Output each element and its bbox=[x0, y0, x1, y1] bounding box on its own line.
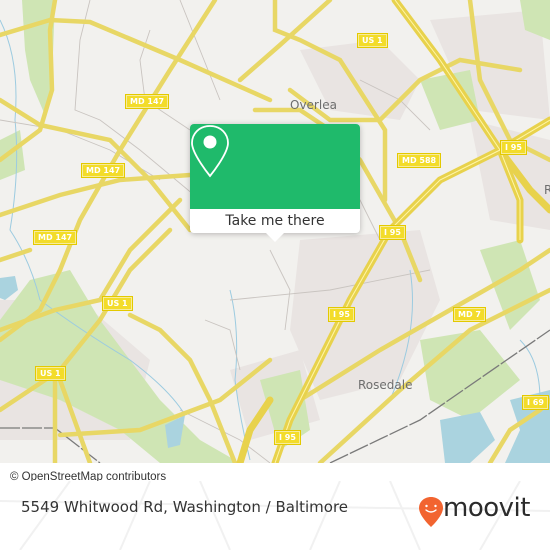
map-view[interactable]: Overlea Rosedale R US 1 MD 147 MD 147 MD… bbox=[0, 0, 550, 463]
road-shield-md7: MD 7 bbox=[453, 307, 486, 322]
popup-tail bbox=[266, 233, 284, 242]
road-shield-i69: I 69 bbox=[522, 395, 549, 410]
road-shield-md147: MD 147 bbox=[80, 163, 126, 178]
place-label-overlea: Overlea bbox=[290, 98, 337, 112]
moovit-pin-icon bbox=[419, 497, 443, 527]
road-shield-us1: US 1 bbox=[35, 366, 66, 381]
take-me-there-button[interactable]: Take me there bbox=[190, 209, 360, 233]
road-shield-md147: MD 147 bbox=[124, 94, 170, 109]
road-shield-i95: I 95 bbox=[328, 307, 355, 322]
map-pin-icon bbox=[191, 125, 229, 178]
road-shield-us1: US 1 bbox=[102, 296, 133, 311]
footer: 5549 Whitwood Rd, Washington / Baltimore… bbox=[0, 481, 550, 550]
place-label-rosedale: Rosedale bbox=[358, 378, 413, 392]
road-shield-i95: I 95 bbox=[500, 140, 527, 155]
road-shield-md588: MD 588 bbox=[396, 153, 442, 168]
road-shield-i95: I 95 bbox=[274, 430, 301, 445]
popup-header[interactable] bbox=[190, 124, 360, 209]
road-shield-us1: US 1 bbox=[357, 33, 388, 48]
place-label-partial: R bbox=[544, 183, 550, 197]
address-text: 5549 Whitwood Rd, Washington / Baltimore bbox=[21, 498, 349, 516]
moovit-wordmark: moovit bbox=[443, 493, 530, 523]
road-shield-md147: MD 147 bbox=[32, 230, 78, 245]
destination-popup[interactable]: Take me there bbox=[190, 124, 360, 242]
road-shield-i95: I 95 bbox=[379, 225, 406, 240]
